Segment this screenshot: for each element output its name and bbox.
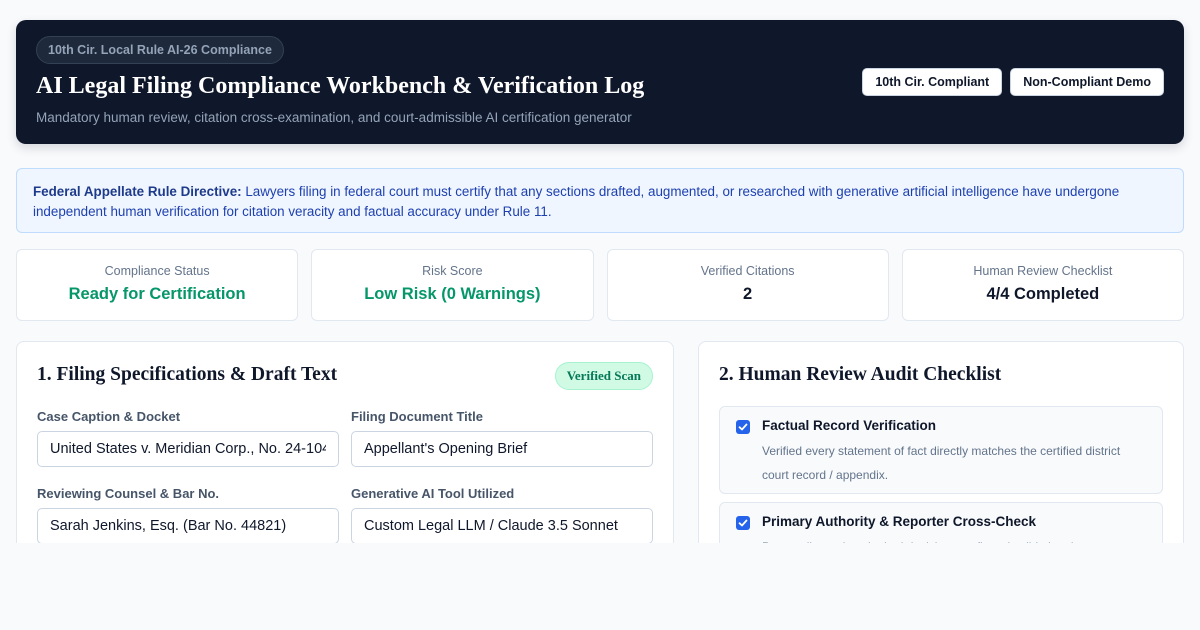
document-title-input[interactable] xyxy=(351,431,653,467)
review-checklist-panel: 2. Human Review Audit Checklist Factual … xyxy=(698,341,1184,543)
checklist-item-title: Factual Record Verification xyxy=(762,418,937,433)
case-caption-input[interactable] xyxy=(37,431,339,467)
checklist-item-desc: Verified every statement of fact directl… xyxy=(762,444,1121,482)
case-caption-label: Case Caption & Docket xyxy=(37,409,181,424)
ai-tool-input[interactable] xyxy=(351,508,653,543)
reviewing-counsel-label: Reviewing Counsel & Bar No. xyxy=(37,486,220,501)
ai-tool-label: Generative AI Tool Utilized xyxy=(351,486,515,501)
checkbox-checked[interactable] xyxy=(736,420,750,434)
document-title-label: Filing Document Title xyxy=(351,409,483,424)
checkbox-checked[interactable] xyxy=(736,516,750,530)
checklist-item-desc: Personally read each cited decision; con… xyxy=(762,535,1142,543)
checklist-item-factual-record[interactable]: Factual Record Verification Verified eve… xyxy=(719,406,1163,494)
filing-panel-title: 1. Filing Specifications & Draft Text xyxy=(37,364,338,385)
checklist-panel-title: 2. Human Review Audit Checklist xyxy=(719,364,1002,385)
reviewing-counsel-input[interactable] xyxy=(37,508,339,543)
verified-scan-badge: Verified Scan xyxy=(554,362,653,390)
checklist-item-authority-crosscheck[interactable]: Primary Authority & Reporter Cross-Check… xyxy=(719,502,1163,543)
filing-specs-panel: 1. Filing Specifications & Draft Text Ve… xyxy=(16,341,674,543)
viewport-clip: 1. Filing Specifications & Draft Text Ve… xyxy=(0,0,1200,543)
checklist-item-title: Primary Authority & Reporter Cross-Check xyxy=(762,514,1037,529)
